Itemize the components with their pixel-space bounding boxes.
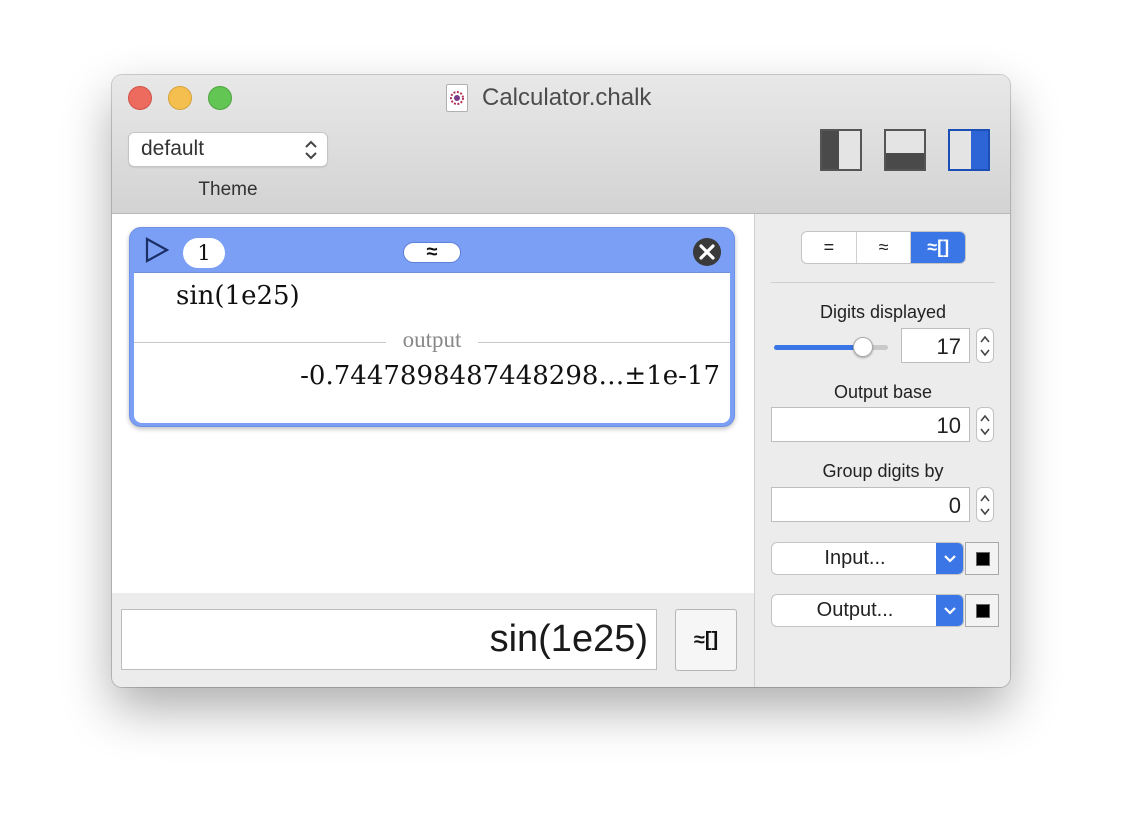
- entry-output-value: -0.7447898487448298…±1e-17: [300, 361, 720, 391]
- theme-label: Theme: [198, 179, 258, 200]
- stepper-arrows-icon: [980, 414, 990, 436]
- output-separator-left: [134, 342, 386, 343]
- digits-slider[interactable]: [774, 337, 888, 357]
- title-toolbar-bar: Calculator.chalk default Theme: [112, 75, 1010, 214]
- select-arrows-icon: [305, 140, 317, 160]
- layout-left-panel-icon: [820, 129, 862, 171]
- theme-select-value: default: [141, 137, 205, 160]
- expression-input[interactable]: sin(1e25): [121, 609, 657, 670]
- input-color-swatch: [976, 552, 990, 566]
- entry-mode-badge[interactable]: ≈: [403, 242, 461, 263]
- output-font-dropdown[interactable]: [936, 595, 963, 626]
- layout-bottom-panel-button[interactable]: [884, 129, 926, 171]
- layout-bottom-panel-icon: [884, 129, 926, 171]
- digits-stepper[interactable]: [976, 328, 994, 363]
- output-color-swatch: [976, 604, 990, 618]
- layout-right-panel-button[interactable]: [948, 129, 990, 171]
- calculator-window: Calculator.chalk default Theme 1 ≈ sin(1…: [112, 75, 1010, 687]
- window-zoom-button[interactable]: [208, 86, 232, 110]
- play-icon[interactable]: [144, 236, 170, 264]
- group-digits-label: Group digits by: [822, 461, 944, 481]
- panel-divider: [771, 282, 995, 283]
- entries-area: 1 ≈ sin(1e25) output -0.7447898487448298…: [112, 214, 754, 593]
- remove-entry-icon[interactable]: [692, 237, 722, 267]
- input-color-well[interactable]: [965, 542, 999, 575]
- settings-panel: = ≈ ≈[] Digits displayed 17 Output base …: [754, 214, 1010, 687]
- output-label: output: [402, 327, 462, 352]
- chevron-down-icon: [944, 555, 956, 563]
- layout-right-panel-icon: [948, 129, 990, 171]
- group-digits-stepper[interactable]: [976, 487, 994, 522]
- entry-body: sin(1e25) output -0.7447898487448298…±1e…: [134, 272, 730, 423]
- input-font-label: Input...: [824, 547, 886, 569]
- output-separator-right: [478, 342, 730, 343]
- mode-approx-segment[interactable]: ≈: [857, 232, 912, 263]
- theme-select[interactable]: default: [128, 132, 328, 167]
- digits-slider-fill: [774, 345, 863, 350]
- input-bar: sin(1e25) ≈[]: [112, 593, 754, 687]
- chevron-down-icon: [944, 607, 956, 615]
- calculation-entry[interactable]: 1 ≈ sin(1e25) output -0.7447898487448298…: [129, 227, 735, 427]
- digits-slider-knob[interactable]: [852, 337, 873, 357]
- output-base-label: Output base: [833, 382, 933, 402]
- input-font-dropdown[interactable]: [936, 543, 963, 574]
- stepper-arrows-icon: [980, 494, 990, 516]
- entry-input-expression[interactable]: sin(1e25): [176, 281, 300, 311]
- expression-input-value: sin(1e25): [489, 618, 648, 660]
- mode-segmented-control[interactable]: = ≈ ≈[]: [801, 231, 966, 264]
- window-close-button[interactable]: [128, 86, 152, 110]
- input-font-button[interactable]: Input...: [771, 542, 964, 575]
- output-color-well[interactable]: [965, 594, 999, 627]
- output-font-label: Output...: [816, 599, 894, 621]
- digits-displayed-label: Digits displayed: [819, 302, 947, 322]
- output-base-field[interactable]: 10: [771, 407, 970, 442]
- window-title: Calculator.chalk: [482, 84, 652, 111]
- layout-left-panel-button[interactable]: [820, 129, 862, 171]
- mode-interval-segment[interactable]: ≈[]: [911, 232, 965, 263]
- document-icon[interactable]: [446, 84, 468, 112]
- group-digits-field[interactable]: 0: [771, 487, 970, 522]
- computation-mode-button[interactable]: ≈[]: [675, 609, 737, 671]
- output-base-stepper[interactable]: [976, 407, 994, 442]
- output-font-button[interactable]: Output...: [771, 594, 964, 627]
- digits-field[interactable]: 17: [901, 328, 970, 363]
- entry-number-badge: 1: [183, 238, 225, 268]
- entry-header: 1 ≈: [130, 228, 734, 272]
- window-minimize-button[interactable]: [168, 86, 192, 110]
- stepper-arrows-icon: [980, 335, 990, 357]
- mode-exact-segment[interactable]: =: [802, 232, 857, 263]
